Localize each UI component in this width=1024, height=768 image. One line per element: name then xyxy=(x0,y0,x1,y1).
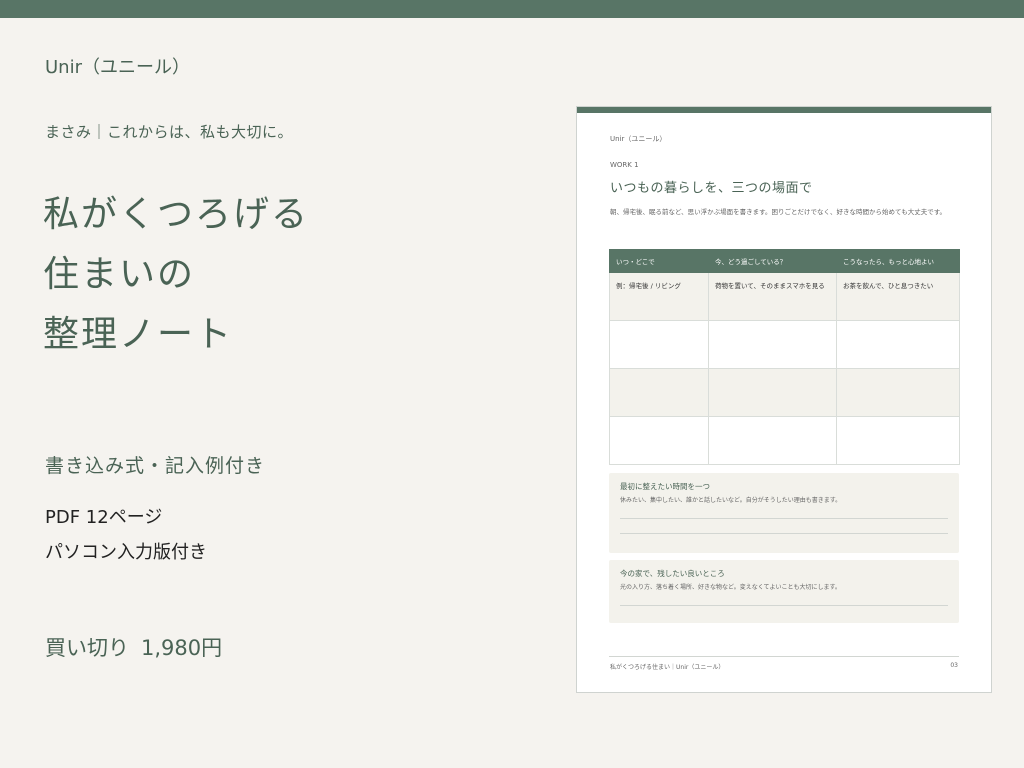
writing-line xyxy=(620,518,948,519)
top-accent-bar xyxy=(0,0,1024,18)
price: 買い切り 1,980円 xyxy=(45,632,222,662)
box-title: 最初に整えたい時間を一つ xyxy=(620,482,710,491)
table-header: 今、どう過ごしている？ xyxy=(708,249,837,273)
table-cell xyxy=(836,416,960,465)
table-row xyxy=(609,416,960,465)
spec-pages: PDF 12ページ xyxy=(45,507,163,528)
preview-box-keep: 今の家で、残したい良いところ 光の入り方、落ち着く場所、好きな物など。変えなくて… xyxy=(609,560,959,623)
preview-page-number: 03 xyxy=(950,662,958,669)
title-line-2: 住まいの xyxy=(43,254,196,295)
feature-text: 書き込み式・記入例付き xyxy=(45,455,266,477)
table-header: いつ・どこで xyxy=(609,249,709,273)
writing-line xyxy=(620,605,948,606)
table-row-example: 例：帰宅後 / リビング 荷物を置いて、そのままスマホを見る お茶を飲んで、ひと… xyxy=(609,272,960,321)
spec-input-version: パソコン入力版付き xyxy=(45,542,207,563)
table-cell: お茶を飲んで、ひと息つきたい xyxy=(836,272,960,321)
preview-box-first-time: 最初に整えたい時間を一つ 休みたい、集中したい、誰かと話したいなど。自分がそうし… xyxy=(609,473,959,553)
preview-footer-text: 私がくつろげる住まい｜Unir（ユニール） xyxy=(610,664,725,671)
preview-footer-divider xyxy=(609,656,959,657)
table-header: こうなったら、もっと心地よい xyxy=(836,249,960,273)
box-description: 休みたい、集中したい、誰かと話したいなど。自分がそうしたい理由も書きます。 xyxy=(620,497,842,504)
preview-worksheet-table: いつ・どこで 今、どう過ごしている？ こうなったら、もっと心地よい 例：帰宅後 … xyxy=(609,249,960,465)
page-preview: Unir（ユニール） WORK 1 いつもの暮らしを、三つの場面で 朝、帰宅後、… xyxy=(576,106,992,693)
table-cell xyxy=(609,320,709,369)
box-title: 今の家で、残したい良いところ xyxy=(620,569,725,578)
title-line-1: 私がくつろげる xyxy=(43,194,310,235)
preview-top-bar xyxy=(577,107,991,113)
writing-line xyxy=(620,533,948,534)
box-description: 光の入り方、落ち着く場所、好きな物など。変えなくてよいことも大切にします。 xyxy=(620,584,841,591)
table-cell: 例：帰宅後 / リビング xyxy=(609,272,709,321)
title-line-3: 整理ノート xyxy=(43,314,234,355)
table-cell xyxy=(609,368,709,417)
table-header-row: いつ・どこで 今、どう過ごしている？ こうなったら、もっと心地よい xyxy=(609,249,960,273)
preview-description: 朝、帰宅後、眠る前など、思い浮かぶ場面を書きます。困りごとだけでなく、好きな時間… xyxy=(610,208,947,216)
table-row xyxy=(609,320,960,369)
table-cell xyxy=(836,320,960,369)
table-row xyxy=(609,368,960,417)
product-title: 私がくつろげる 住まいの 整理ノート xyxy=(43,185,309,365)
preview-brand: Unir（ユニール） xyxy=(610,135,667,143)
preview-work-label: WORK 1 xyxy=(610,161,639,169)
table-cell xyxy=(609,416,709,465)
table-cell xyxy=(836,368,960,417)
table-cell xyxy=(708,416,837,465)
table-cell xyxy=(708,368,837,417)
price-value: 1,980円 xyxy=(141,636,223,660)
table-cell xyxy=(708,320,837,369)
author-tagline: まさみ｜これからは、私も大切に。 xyxy=(45,123,294,141)
preview-heading: いつもの暮らしを、三つの場面で xyxy=(610,181,813,196)
brand-name: Unir（ユニール） xyxy=(45,57,190,78)
table-cell: 荷物を置いて、そのままスマホを見る xyxy=(708,272,837,321)
price-label: 買い切り xyxy=(45,636,129,660)
